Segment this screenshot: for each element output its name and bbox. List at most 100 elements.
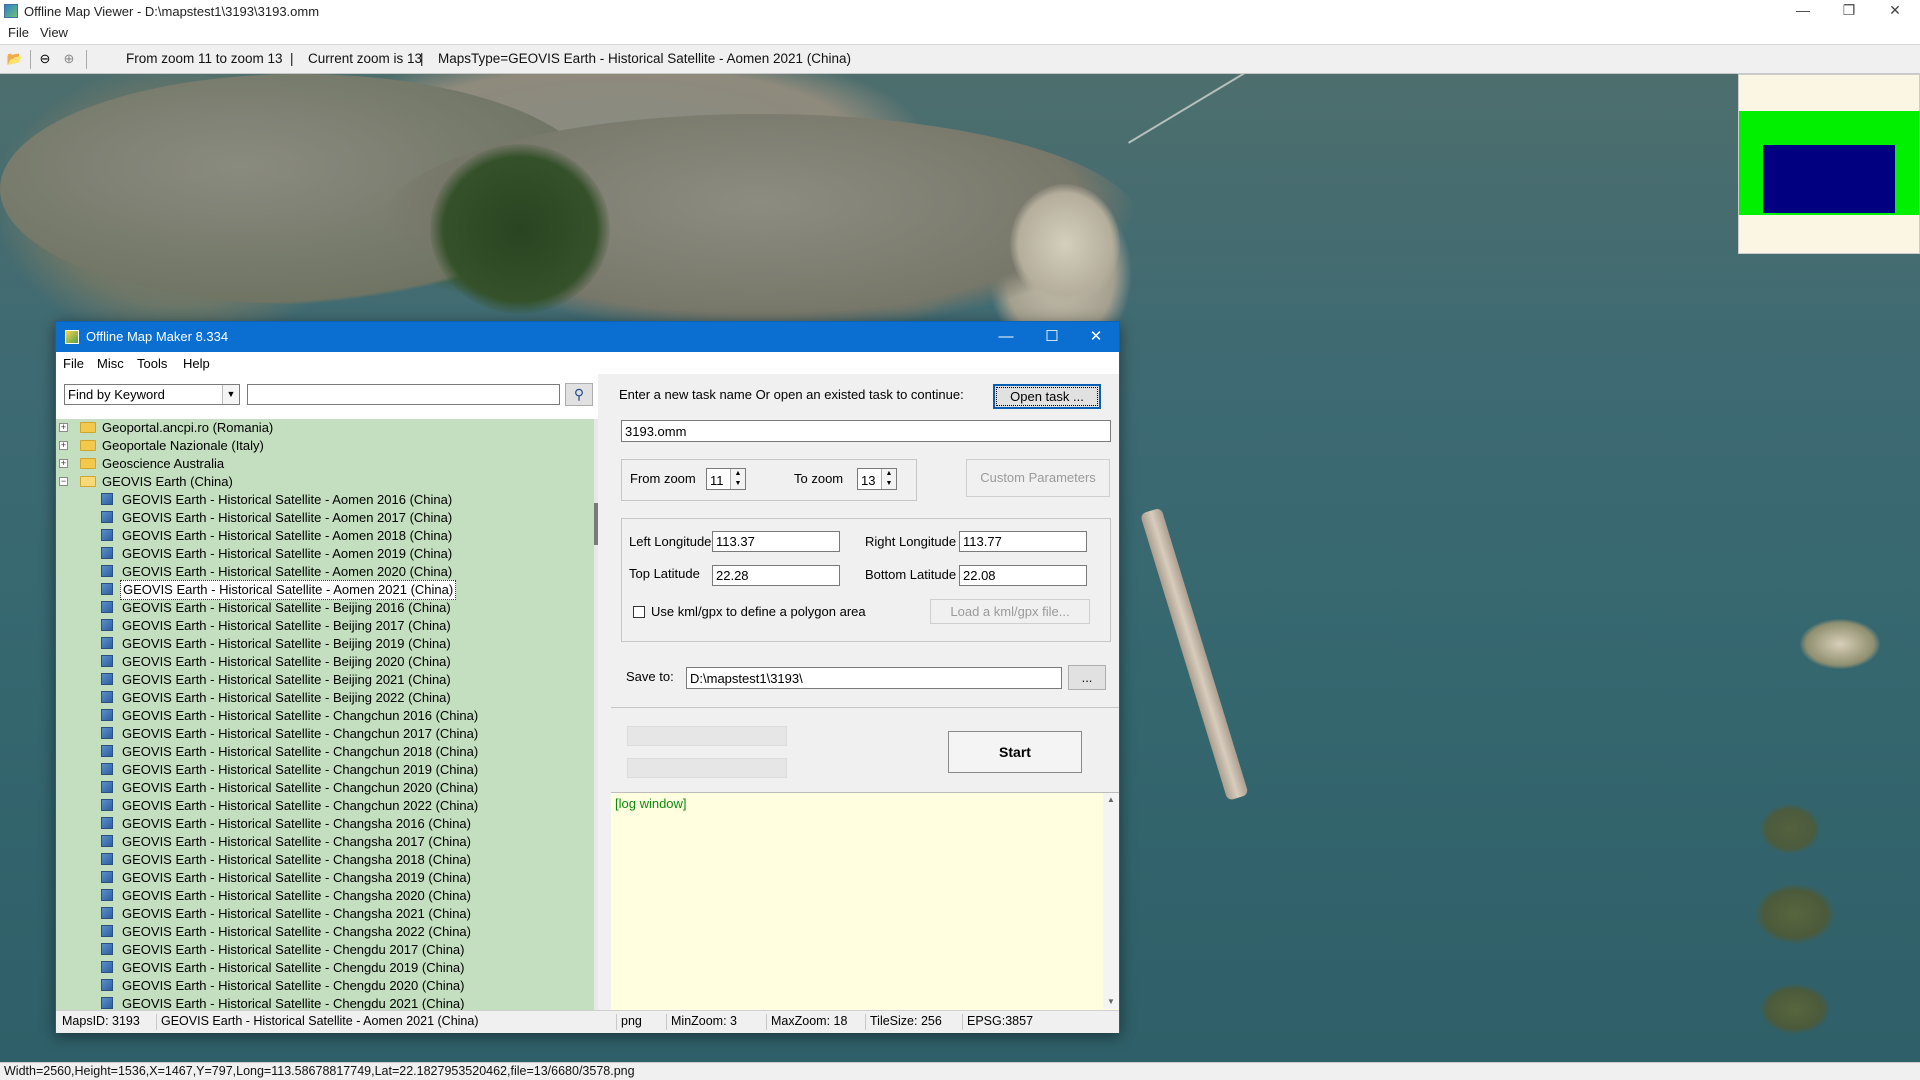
map-layer-icon	[101, 763, 113, 775]
bottom-latitude-input[interactable]	[959, 565, 1087, 586]
expand-plus-icon[interactable]: +	[59, 423, 68, 432]
scroll-up-icon[interactable]: ▲	[1103, 793, 1119, 807]
map-source-tree[interactable]: + Geoportal.ancpi.ro (Romania) + Geoport…	[56, 419, 594, 1010]
map-layer-icon	[101, 655, 113, 667]
open-folder-icon	[80, 476, 96, 487]
tree-item-label: GEOVIS Earth - Historical Satellite - Be…	[122, 636, 451, 651]
toolbar-divider-2: |	[420, 51, 424, 66]
chevron-down-icon[interactable]: ▼	[222, 385, 239, 404]
map-layer-icon	[101, 601, 113, 613]
expand-plus-icon[interactable]: +	[59, 459, 68, 468]
map-layer-icon	[101, 997, 113, 1009]
search-icon: ⚲	[573, 386, 585, 402]
open-folder-icon[interactable]: 📂	[6, 51, 24, 67]
tree-folder-label: GEOVIS Earth (China)	[102, 474, 233, 489]
status-map-name: GEOVIS Earth - Historical Satellite - Ao…	[156, 1014, 479, 1030]
right-longitude-input[interactable]	[959, 531, 1087, 552]
tree-item-label: GEOVIS Earth - Historical Satellite - Ch…	[122, 744, 479, 759]
from-zoom-stepper[interactable]: ▲ ▼	[706, 468, 746, 491]
tree-item-label: GEOVIS Earth - Historical Satellite - Be…	[122, 600, 451, 615]
minimap-viewport[interactable]	[1763, 145, 1895, 213]
from-zoom-label: From zoom	[630, 471, 696, 486]
map-layer-icon	[101, 691, 113, 703]
top-latitude-label: Top Latitude	[629, 566, 700, 581]
tree-item-label: GEOVIS Earth - Historical Satellite - Ao…	[122, 528, 453, 543]
dialog-title-bar[interactable]: Offline Map Maker 8.334 — ☐ ✕	[56, 322, 1119, 352]
map-layer-icon	[101, 943, 113, 955]
tree-item-label: GEOVIS Earth - Historical Satellite - Ch…	[122, 852, 471, 867]
dialog-status-bar: MapsID: 3193 GEOVIS Earth - Historical S…	[56, 1010, 1119, 1033]
scroll-down-icon[interactable]: ▼	[1103, 995, 1119, 1009]
menu-file[interactable]: File	[8, 25, 29, 40]
folder-icon	[80, 422, 96, 433]
dialog-menu-tools[interactable]: Tools	[137, 356, 167, 371]
tree-item-label: GEOVIS Earth - Historical Satellite - Ch…	[122, 888, 471, 903]
save-path-input[interactable]	[686, 667, 1062, 689]
load-kml-button[interactable]: Load a kml/gpx file...	[930, 599, 1090, 624]
map-layer-icon	[101, 745, 113, 757]
tree-item-label: GEOVIS Earth - Historical Satellite - Ao…	[122, 564, 453, 579]
open-task-button[interactable]: Open task ...	[993, 384, 1101, 409]
map-layer-icon	[101, 727, 113, 739]
current-zoom-text: Current zoom is 13	[308, 51, 423, 66]
browse-button[interactable]: ...	[1068, 665, 1106, 690]
maximize-button[interactable]: ❐	[1826, 0, 1872, 22]
map-layer-icon	[101, 925, 113, 937]
folder-icon	[80, 458, 96, 469]
island	[1760, 984, 1830, 1034]
tree-item-label: GEOVIS Earth - Historical Satellite - Ch…	[122, 978, 465, 993]
menu-view[interactable]: View	[40, 25, 68, 40]
toolbar-separator	[30, 50, 31, 69]
zoom-in-icon[interactable]: ⊕	[60, 51, 78, 67]
top-latitude-input[interactable]	[712, 565, 840, 586]
dialog-menu-file[interactable]: File	[63, 356, 84, 371]
left-longitude-input[interactable]	[712, 531, 840, 552]
scrollbar-thumb[interactable]	[594, 503, 598, 545]
save-to-label: Save to:	[626, 669, 674, 684]
status-tile-size: TileSize: 256	[865, 1014, 942, 1030]
map-layer-icon	[101, 637, 113, 649]
bottom-latitude-label: Bottom Latitude	[865, 567, 957, 582]
dialog-minimize-button[interactable]: —	[986, 326, 1026, 348]
dialog-title: Offline Map Maker 8.334	[86, 329, 229, 344]
log-window[interactable]: [log window] ▲ ▼	[611, 792, 1119, 1010]
dialog-menu-misc[interactable]: Misc	[97, 356, 124, 371]
arrow-down-icon[interactable]: ▼	[730, 479, 745, 489]
start-button[interactable]: Start	[948, 731, 1082, 773]
tree-item-label: GEOVIS Earth - Historical Satellite - Ch…	[122, 942, 465, 957]
dialog-maximize-button[interactable]: ☐	[1032, 326, 1072, 348]
dialog-menu-bar: File Misc Tools Help	[56, 352, 1119, 374]
dialog-close-button[interactable]: ✕	[1076, 326, 1116, 348]
green-hills	[430, 144, 610, 314]
tree-item-label: GEOVIS Earth - Historical Satellite - Be…	[122, 690, 451, 705]
log-scrollbar[interactable]: ▲ ▼	[1103, 793, 1119, 1009]
zoom-out-icon[interactable]: ⊖	[36, 51, 54, 67]
arrow-down-icon[interactable]: ▼	[881, 479, 896, 489]
airport-runway	[1140, 507, 1249, 801]
task-name-input[interactable]	[621, 420, 1111, 442]
tree-item-label: GEOVIS Earth - Historical Satellite - Ch…	[122, 996, 465, 1010]
minimize-button[interactable]: —	[1780, 0, 1826, 22]
map-layer-icon	[101, 619, 113, 631]
search-type-dropdown[interactable]: Find by Keyword ▼	[64, 384, 240, 405]
custom-parameters-button[interactable]: Custom Parameters	[966, 459, 1110, 497]
viewer-toolbar: 📂 ⊖ ⊕ From zoom 11 to zoom 13 | Current …	[0, 44, 1920, 74]
overview-minimap[interactable]	[1738, 74, 1920, 254]
tree-item-label: GEOVIS Earth - Historical Satellite - Ch…	[122, 726, 479, 741]
status-maps-id: MapsID: 3193	[62, 1014, 140, 1028]
expand-plus-icon[interactable]: +	[59, 441, 68, 450]
status-epsg: EPSG:3857	[962, 1014, 1033, 1030]
dialog-menu-help[interactable]: Help	[183, 356, 210, 371]
map-layer-icon	[101, 493, 113, 505]
search-input[interactable]	[247, 384, 560, 405]
close-button[interactable]: ✕	[1872, 0, 1918, 22]
divider	[611, 707, 1119, 708]
left-longitude-label: Left Longitude	[629, 534, 712, 549]
tree-scrollbar[interactable]	[594, 419, 598, 1010]
island	[1755, 884, 1835, 944]
log-text: [log window]	[615, 796, 687, 811]
to-zoom-stepper[interactable]: ▲ ▼	[857, 468, 897, 491]
kml-polygon-checkbox[interactable]	[633, 606, 645, 618]
collapse-minus-icon[interactable]: −	[59, 477, 68, 486]
search-button[interactable]: ⚲	[565, 383, 593, 406]
